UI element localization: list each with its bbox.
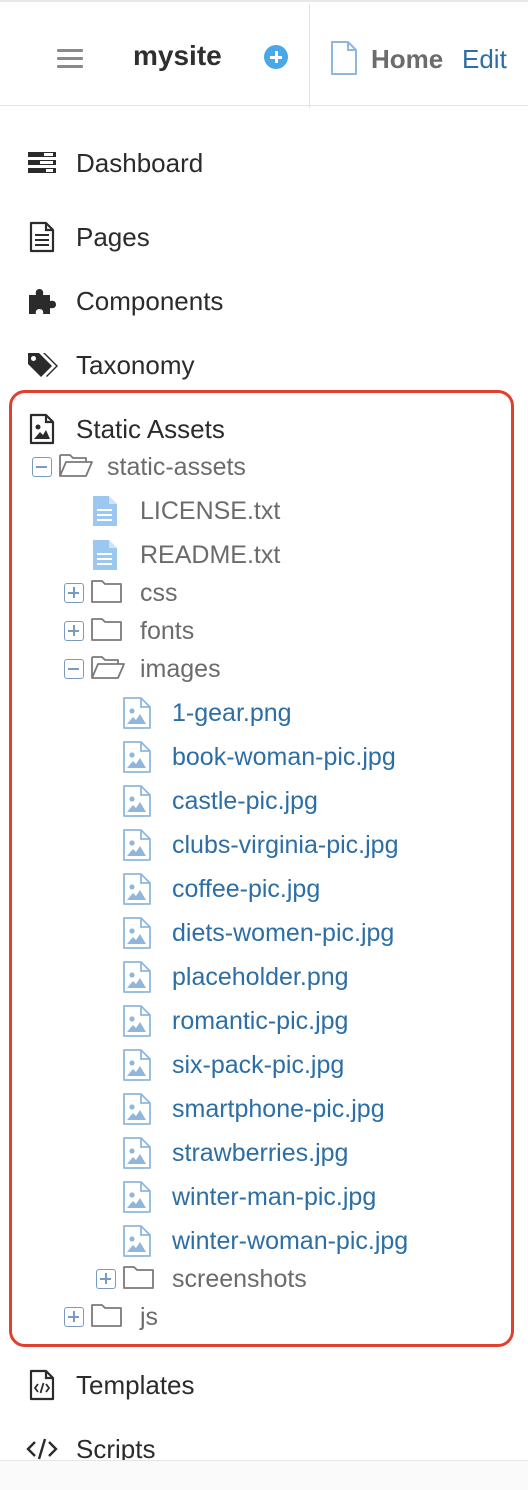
tree-image-file-label[interactable]: winter-man-pic.jpg: [172, 1183, 376, 1212]
image-file-icon: [123, 1137, 151, 1174]
image-file-icon: [123, 785, 151, 822]
expand-toggle-icon[interactable]: [64, 583, 84, 603]
nav-item-pages[interactable]: Pages: [0, 211, 528, 263]
tree-file-license[interactable]: LICENSE.txt: [0, 491, 528, 531]
tree-image-file[interactable]: strawberries.jpg: [0, 1133, 528, 1173]
tree-image-file-label[interactable]: clubs-virginia-pic.jpg: [172, 831, 398, 860]
image-file-icon: [123, 1093, 151, 1130]
plus-circle-icon[interactable]: [264, 45, 288, 69]
image-file-icon: [123, 1181, 151, 1218]
tree-file-readme[interactable]: README.txt: [0, 535, 528, 575]
code-file-icon: [29, 1369, 55, 1401]
document-icon: [29, 221, 55, 253]
tree-image-file-label[interactable]: diets-women-pic.jpg: [172, 919, 394, 948]
folder-icon: [91, 618, 122, 641]
image-file-icon: [29, 413, 55, 445]
tree-image-file[interactable]: winter-woman-pic.jpg: [0, 1221, 528, 1261]
tree-image-file-label[interactable]: castle-pic.jpg: [172, 787, 318, 816]
text-file-icon: [93, 496, 117, 526]
tree-image-file[interactable]: clubs-virginia-pic.jpg: [0, 825, 528, 865]
tree-image-file[interactable]: diets-women-pic.jpg: [0, 913, 528, 953]
tree-file-label: LICENSE.txt: [140, 497, 281, 525]
nav-item-components[interactable]: Components: [0, 275, 528, 327]
header-divider: [309, 4, 310, 108]
nav-label-templates: Templates: [76, 1370, 195, 1400]
tree-image-file[interactable]: coffee-pic.jpg: [0, 869, 528, 909]
image-file-icon: [123, 741, 151, 778]
tree-image-file-label[interactable]: strawberries.jpg: [172, 1139, 348, 1168]
tree-folder-label: screenshots: [172, 1265, 307, 1293]
folder-icon: [91, 580, 122, 603]
nav-label-dashboard: Dashboard: [76, 148, 204, 178]
nav-item-templates[interactable]: Templates: [0, 1359, 528, 1411]
nav-label-taxonomy: Taxonomy: [76, 350, 195, 380]
nav-label-pages: Pages: [76, 222, 150, 252]
tree-image-file[interactable]: smartphone-pic.jpg: [0, 1089, 528, 1129]
tree-folder-label: fonts: [140, 617, 195, 645]
image-file-icon: [123, 1225, 151, 1262]
image-file-icon: [123, 917, 151, 954]
edit-link[interactable]: Edit: [462, 44, 507, 75]
top-bar: mysite Home Edit: [0, 0, 528, 108]
tree-image-file-label[interactable]: romantic-pic.jpg: [172, 1007, 348, 1036]
folder-icon: [91, 1304, 122, 1327]
tree-image-file-label[interactable]: coffee-pic.jpg: [172, 875, 320, 904]
nav-item-taxonomy[interactable]: Taxonomy: [0, 339, 528, 391]
tree-image-file[interactable]: six-pack-pic.jpg: [0, 1045, 528, 1085]
expand-toggle-icon[interactable]: [96, 1269, 116, 1289]
tree-folder-label: images: [140, 655, 221, 683]
hamburger-icon[interactable]: [57, 49, 83, 69]
tree-image-file[interactable]: 1-gear.png: [0, 693, 528, 733]
folder-open-icon: [91, 656, 125, 679]
tree-image-file-label[interactable]: book-woman-pic.jpg: [172, 743, 396, 772]
breadcrumb-page[interactable]: Home: [371, 44, 443, 75]
puzzle-icon: [29, 289, 56, 314]
tree-image-file[interactable]: book-woman-pic.jpg: [0, 737, 528, 777]
tree-image-file-label[interactable]: winter-woman-pic.jpg: [172, 1227, 408, 1256]
image-file-icon: [123, 961, 151, 998]
nav-label-components: Components: [76, 286, 224, 316]
tree-folder-label: static-assets: [107, 453, 246, 481]
tree-folder-screenshots[interactable]: screenshots: [0, 1259, 528, 1299]
text-file-icon: [93, 540, 117, 570]
tree-image-file-label[interactable]: placeholder.png: [172, 963, 349, 992]
dashboard-icon: [28, 152, 56, 173]
bottom-bar: [0, 1460, 528, 1490]
tree-image-file-label[interactable]: smartphone-pic.jpg: [172, 1095, 385, 1124]
tree-folder-css[interactable]: css: [0, 573, 528, 613]
image-file-icon: [123, 1049, 151, 1086]
image-file-icon: [123, 1005, 151, 1042]
tree-folder-static-assets[interactable]: static-assets: [0, 447, 528, 487]
tree-image-file[interactable]: winter-man-pic.jpg: [0, 1177, 528, 1217]
tree-folder-fonts[interactable]: fonts: [0, 611, 528, 651]
tree-image-file-label[interactable]: six-pack-pic.jpg: [172, 1051, 344, 1080]
tree-folder-label: js: [140, 1303, 159, 1331]
tree-image-file[interactable]: castle-pic.jpg: [0, 781, 528, 821]
nav-item-dashboard[interactable]: Dashboard: [0, 137, 528, 189]
tree-image-file[interactable]: placeholder.png: [0, 957, 528, 997]
expand-toggle-icon[interactable]: [64, 621, 84, 641]
image-file-icon: [123, 873, 151, 910]
tree-folder-js[interactable]: js: [0, 1297, 528, 1337]
nav-label-static-assets: Static Assets: [76, 414, 225, 444]
site-title[interactable]: mysite: [133, 40, 222, 72]
expand-toggle-icon[interactable]: [64, 1307, 84, 1327]
image-file-icon: [123, 829, 151, 866]
collapse-toggle-icon[interactable]: [32, 457, 52, 477]
folder-open-icon: [59, 454, 93, 477]
tags-icon: [28, 353, 58, 377]
page-icon: [331, 41, 357, 75]
tree-folder-label: css: [140, 579, 178, 607]
collapse-toggle-icon[interactable]: [64, 659, 84, 679]
folder-icon: [123, 1266, 154, 1289]
tree-file-label: README.txt: [140, 541, 281, 569]
tree-image-file-label[interactable]: 1-gear.png: [172, 699, 292, 728]
tree-folder-images[interactable]: images: [0, 649, 528, 689]
image-file-icon: [123, 697, 151, 734]
tree-image-file[interactable]: romantic-pic.jpg: [0, 1001, 528, 1041]
